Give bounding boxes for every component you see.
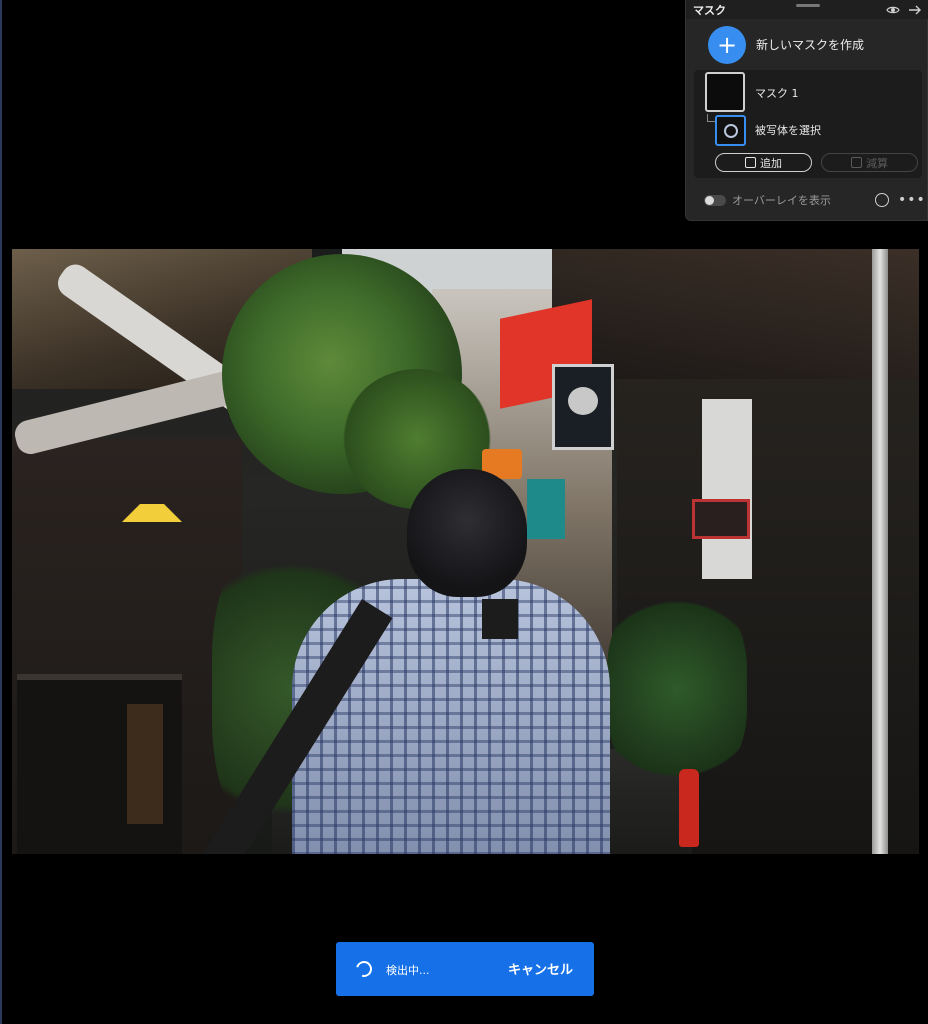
overlay-toggle[interactable]	[704, 194, 726, 206]
mask-thumbnail[interactable]	[705, 72, 745, 112]
panel-header[interactable]: マスク	[686, 0, 928, 19]
photo-teal-curtain	[527, 479, 565, 539]
panel-title: マスク	[693, 4, 726, 17]
spinner-icon	[353, 958, 375, 980]
photo-guinness-logo	[568, 387, 598, 415]
circle-icon[interactable]	[875, 193, 889, 207]
overlay-label: オーバーレイを表示	[732, 194, 831, 207]
overlay-row: オーバーレイを表示	[704, 192, 831, 208]
photo-right-pipe	[872, 249, 888, 854]
photo-person-head	[407, 469, 527, 597]
mask-name[interactable]: マスク 1	[755, 85, 799, 101]
photo-red-sign	[692, 499, 750, 539]
photo-left-signboard-text	[127, 704, 163, 824]
add-button[interactable]: 追加	[715, 153, 812, 172]
select-subject-icon	[723, 123, 738, 138]
subtract-mask-icon	[851, 157, 862, 168]
cancel-button[interactable]: キャンセル	[508, 959, 573, 978]
eye-icon[interactable]	[886, 3, 900, 17]
photo-fire-extinguisher	[679, 769, 699, 847]
subtract-button-label: 減算	[866, 156, 888, 170]
detecting-toast: 検出中... キャンセル	[336, 942, 594, 996]
subtract-button[interactable]: 減算	[821, 153, 918, 172]
window-edge	[0, 0, 2, 1024]
new-mask-label[interactable]: 新しいマスクを作成	[756, 36, 864, 53]
masks-panel: マスク + 新しいマスクを作成 マスク 1 被写体を選択 追加 減算 オーバーレ…	[685, 0, 928, 221]
detecting-label: 検出中...	[386, 964, 430, 977]
add-mask-icon	[745, 157, 756, 168]
photo-canvas[interactable]	[12, 249, 919, 854]
add-button-label: 追加	[760, 156, 782, 170]
component-thumbnail[interactable]	[715, 115, 746, 146]
mask-connector-line	[707, 114, 715, 122]
toggle-knob	[705, 195, 714, 205]
component-label[interactable]: 被写体を選択	[755, 122, 821, 138]
plus-icon: +	[716, 31, 738, 59]
photo-white-sign	[702, 399, 752, 579]
photo-person-shirt	[292, 579, 610, 854]
new-mask-button[interactable]: +	[708, 26, 746, 64]
photo-right-roof	[552, 249, 919, 379]
more-options-icon[interactable]: •••	[898, 193, 926, 207]
photo-bag-strap-top	[482, 599, 518, 639]
drag-handle[interactable]	[796, 4, 820, 7]
arrow-right-icon[interactable]	[908, 3, 922, 17]
photo-plants-right	[607, 589, 747, 789]
mask-list-item[interactable]: マスク 1 被写体を選択 追加 減算	[694, 70, 922, 178]
